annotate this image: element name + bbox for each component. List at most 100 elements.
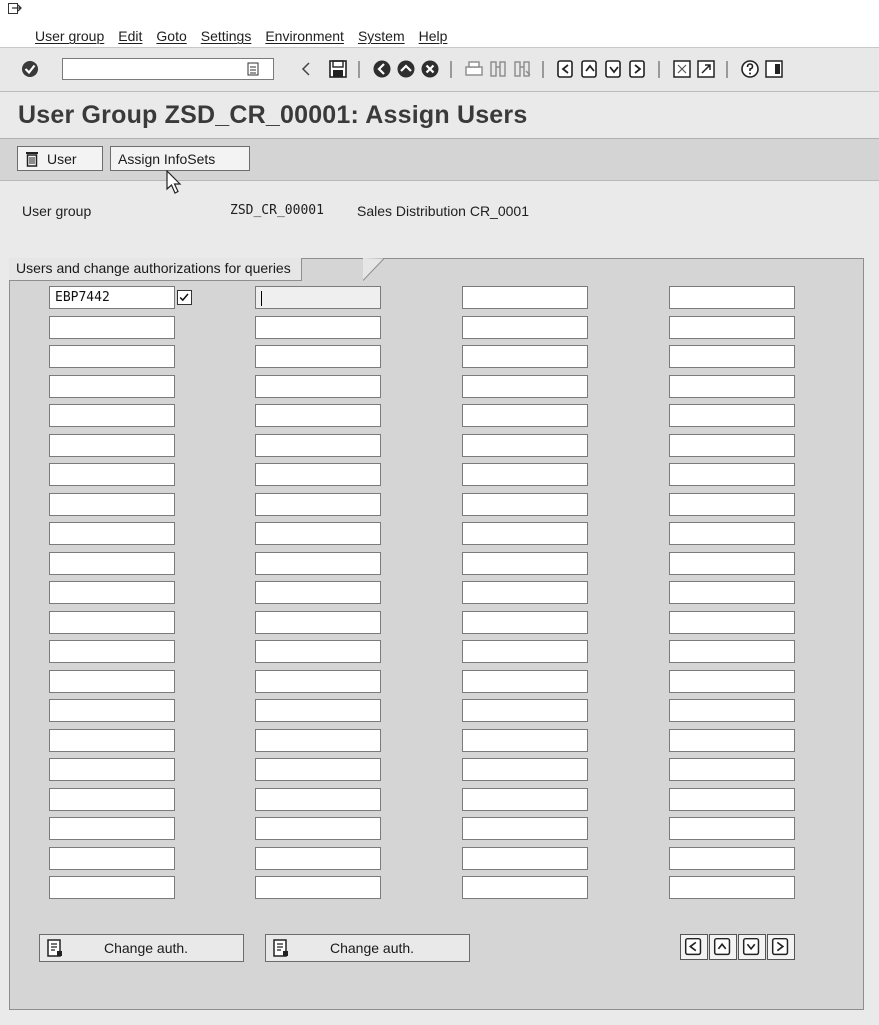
user-name-input[interactable] (462, 493, 588, 516)
user-name-input[interactable] (462, 876, 588, 899)
user-name-input[interactable] (462, 434, 588, 457)
user-name-input[interactable] (462, 611, 588, 634)
user-name-input[interactable] (669, 522, 795, 545)
user-name-input[interactable] (255, 640, 381, 663)
user-name-input[interactable] (669, 434, 795, 457)
user-name-input[interactable] (462, 316, 588, 339)
user-name-input[interactable] (462, 552, 588, 575)
user-name-input[interactable] (49, 316, 175, 339)
user-name-input[interactable] (49, 493, 175, 516)
scroll-next-page-button[interactable] (738, 934, 766, 960)
change-auth-button-1[interactable]: Change auth. (39, 934, 244, 962)
previous-page-icon[interactable] (580, 59, 600, 79)
user-name-input[interactable] (669, 581, 795, 604)
delete-user-button[interactable]: User (17, 146, 103, 171)
user-name-input[interactable] (669, 729, 795, 752)
user-name-input[interactable] (255, 611, 381, 634)
user-name-input[interactable] (255, 345, 381, 368)
back-icon[interactable] (372, 59, 392, 79)
user-name-input[interactable] (669, 316, 795, 339)
user-name-input[interactable] (49, 522, 175, 545)
user-name-input[interactable] (669, 286, 795, 309)
first-page-icon[interactable] (556, 59, 576, 79)
user-name-input[interactable] (255, 522, 381, 545)
user-name-input[interactable] (49, 611, 175, 634)
user-name-input[interactable] (669, 847, 795, 870)
user-name-input[interactable] (669, 876, 795, 899)
user-name-input[interactable] (255, 758, 381, 781)
user-name-input[interactable] (669, 817, 795, 840)
user-name-input[interactable] (49, 670, 175, 693)
user-name-input[interactable] (462, 699, 588, 722)
user-name-input[interactable] (49, 640, 175, 663)
user-name-input[interactable] (462, 286, 588, 309)
user-name-input[interactable] (49, 345, 175, 368)
user-name-input[interactable] (255, 404, 381, 427)
user-name-input[interactable] (255, 286, 381, 309)
menu-item-help[interactable]: Help (419, 28, 448, 44)
assign-infosets-button[interactable]: Assign InfoSets (110, 146, 250, 171)
user-name-input[interactable] (49, 552, 175, 575)
save-icon[interactable] (328, 59, 348, 79)
command-history-icon[interactable] (247, 62, 259, 76)
scroll-last-page-button[interactable] (767, 934, 795, 960)
exit-icon[interactable] (396, 59, 416, 79)
user-name-input[interactable] (255, 670, 381, 693)
user-name-input[interactable] (462, 817, 588, 840)
menu-item-settings[interactable]: Settings (201, 28, 252, 44)
user-name-input[interactable] (462, 581, 588, 604)
menu-item-environment[interactable]: Environment (265, 28, 344, 44)
user-name-input[interactable] (255, 817, 381, 840)
user-name-input[interactable] (49, 581, 175, 604)
user-name-input[interactable] (462, 758, 588, 781)
user-name-input[interactable] (669, 552, 795, 575)
user-name-input[interactable] (255, 847, 381, 870)
user-name-input[interactable] (49, 729, 175, 752)
user-name-input[interactable] (255, 876, 381, 899)
change-auth-button-2[interactable]: Change auth. (265, 934, 470, 962)
user-name-input[interactable] (669, 375, 795, 398)
shortcut-icon[interactable] (696, 59, 716, 79)
user-name-input[interactable] (669, 699, 795, 722)
user-name-input[interactable] (49, 847, 175, 870)
user-name-input[interactable] (462, 375, 588, 398)
menu-item-goto[interactable]: Goto (156, 28, 186, 44)
user-name-input[interactable] (462, 522, 588, 545)
user-name-input[interactable] (255, 552, 381, 575)
user-name-input[interactable] (669, 758, 795, 781)
user-name-input[interactable] (255, 375, 381, 398)
user-name-input[interactable] (669, 345, 795, 368)
user-name-input[interactable] (49, 404, 175, 427)
find-icon[interactable] (488, 59, 508, 79)
system-menu-icon[interactable] (8, 3, 22, 16)
user-name-input[interactable] (669, 611, 795, 634)
user-name-input[interactable] (462, 404, 588, 427)
user-name-input[interactable] (669, 788, 795, 811)
cancel-icon[interactable] (420, 59, 440, 79)
user-name-input[interactable] (49, 876, 175, 899)
user-name-input[interactable] (49, 758, 175, 781)
user-name-input[interactable] (669, 463, 795, 486)
user-name-input[interactable] (49, 788, 175, 811)
user-name-input[interactable] (49, 699, 175, 722)
menu-item-user-group[interactable]: User group (35, 28, 104, 44)
change-auth-checkbox[interactable] (177, 290, 192, 305)
layout-menu-icon[interactable] (764, 59, 784, 79)
find-next-icon[interactable] (512, 59, 532, 79)
scroll-first-page-button[interactable] (680, 934, 708, 960)
user-name-input[interactable] (462, 729, 588, 752)
user-name-input[interactable] (49, 817, 175, 840)
user-name-input[interactable] (255, 463, 381, 486)
user-name-input[interactable] (49, 463, 175, 486)
user-name-input[interactable] (462, 847, 588, 870)
user-name-input[interactable]: EBP7442 (49, 286, 175, 309)
last-page-icon[interactable] (628, 59, 648, 79)
user-name-input[interactable] (49, 375, 175, 398)
user-name-input[interactable] (255, 434, 381, 457)
user-name-input[interactable] (669, 640, 795, 663)
user-name-input[interactable] (462, 788, 588, 811)
user-name-input[interactable] (669, 670, 795, 693)
menu-item-system[interactable]: System (358, 28, 405, 44)
print-icon[interactable] (464, 59, 484, 79)
create-session-icon[interactable] (672, 59, 692, 79)
